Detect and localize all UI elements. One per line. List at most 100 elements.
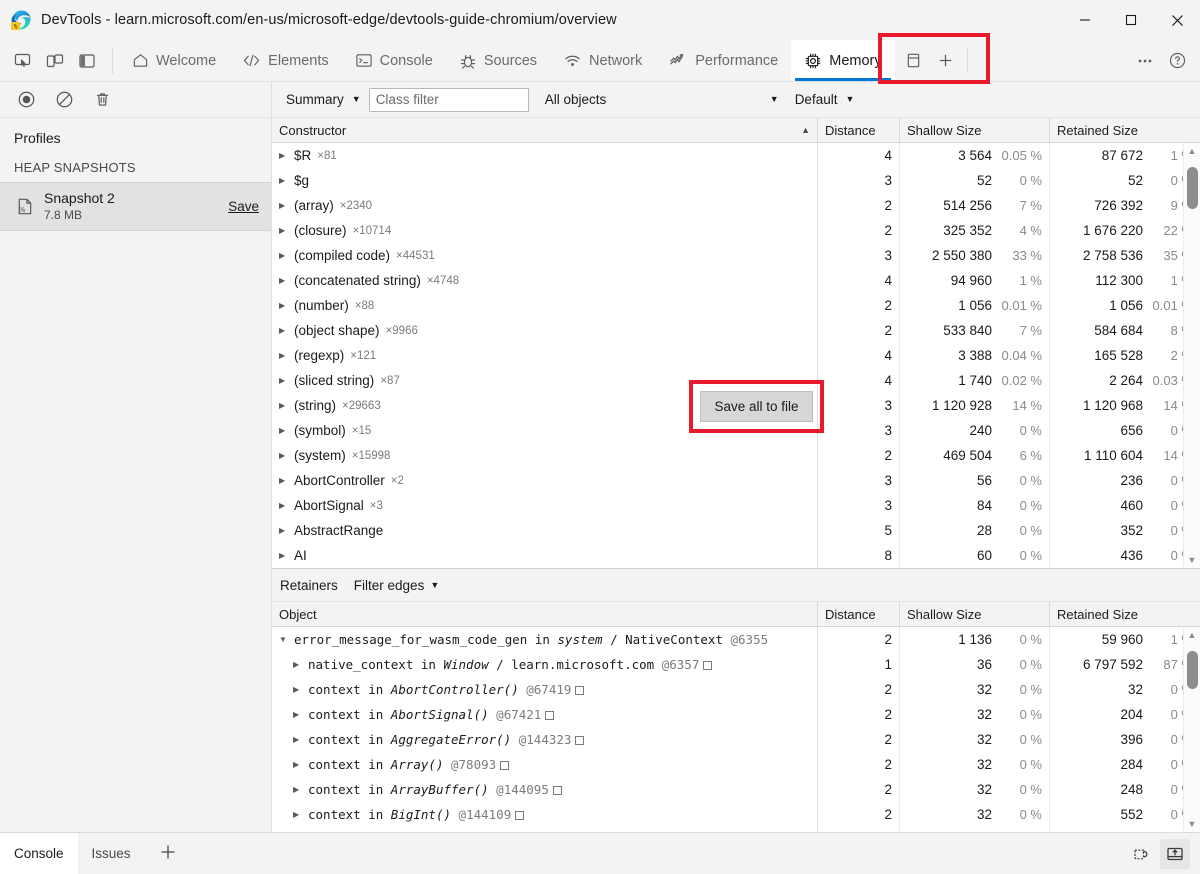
- column-header-shallow-size[interactable]: Shallow Size: [900, 602, 1050, 626]
- column-header-retained-size[interactable]: Retained Size: [1050, 602, 1200, 626]
- cell-object[interactable]: ▶context in BigInt64Array() @144060: [272, 827, 818, 832]
- open-in-new-icon[interactable]: [575, 736, 584, 745]
- cell-constructor[interactable]: ▶(closure)×10714: [272, 218, 818, 243]
- scrollbar-thumb[interactable]: [1187, 651, 1198, 689]
- cell-constructor[interactable]: ▶(sliced string)×87: [272, 368, 818, 393]
- drawer-tab-console[interactable]: Console: [0, 833, 78, 874]
- expand-triangle-icon[interactable]: ▶: [279, 451, 288, 460]
- table-row[interactable]: ▶(number)×8821 0560.01 %1 0560.01 %: [272, 293, 1200, 318]
- inspect-element-icon[interactable]: [8, 46, 38, 76]
- cell-constructor[interactable]: ▶(array)×2340: [272, 193, 818, 218]
- open-in-new-icon[interactable]: [545, 711, 554, 720]
- expand-triangle-icon[interactable]: ▶: [279, 551, 288, 560]
- cell-constructor[interactable]: ▶(compiled code)×44531: [272, 243, 818, 268]
- scope-select[interactable]: Default ▼: [787, 87, 863, 113]
- constructors-scrollbar[interactable]: ▲ ▼: [1183, 143, 1200, 568]
- scroll-down-icon[interactable]: ▼: [1188, 816, 1197, 832]
- retainers-scrollbar[interactable]: ▲ ▼: [1183, 627, 1200, 832]
- cell-constructor[interactable]: ▶$g: [272, 168, 818, 193]
- drawer-add-tool-button[interactable]: [145, 833, 191, 874]
- scroll-up-icon[interactable]: ▲: [1188, 627, 1197, 643]
- table-row[interactable]: ▶context in BigInt() @1441092320 %5520 %: [272, 802, 1200, 827]
- tab-sources[interactable]: Sources: [446, 40, 550, 81]
- column-header-object[interactable]: Object: [272, 602, 818, 626]
- cell-constructor[interactable]: ▶(concatenated string)×4748: [272, 268, 818, 293]
- expand-triangle-icon[interactable]: ▶: [293, 760, 302, 769]
- table-row[interactable]: ▶native_context in Window / learn.micros…: [272, 652, 1200, 677]
- class-filter-input[interactable]: Class filter: [369, 88, 529, 112]
- help-icon[interactable]: [1162, 46, 1192, 76]
- filter-edges-select[interactable]: Filter edges ▼: [354, 578, 439, 593]
- scroll-up-icon[interactable]: ▲: [1188, 143, 1197, 159]
- cell-constructor[interactable]: ▶(regexp)×121: [272, 343, 818, 368]
- scrollbar-thumb[interactable]: [1187, 167, 1198, 209]
- add-tab-icon[interactable]: [931, 46, 961, 76]
- table-row[interactable]: ▼error_message_for_wasm_code_gen in syst…: [272, 627, 1200, 652]
- expand-triangle-icon[interactable]: ▶: [279, 176, 288, 185]
- cell-constructor[interactable]: ▶(object shape)×9966: [272, 318, 818, 343]
- table-row[interactable]: ▶context in AbortSignal() @674212320 %20…: [272, 702, 1200, 727]
- tab-console[interactable]: Console: [342, 40, 446, 81]
- cell-object[interactable]: ▶context in AbortSignal() @67421: [272, 702, 818, 727]
- minimize-icon[interactable]: [1062, 0, 1108, 40]
- expand-triangle-icon[interactable]: ▶: [279, 326, 288, 335]
- cell-object[interactable]: ▶context in ArrayBuffer() @144095: [272, 777, 818, 802]
- cell-object[interactable]: ▶context in AggregateError() @144323: [272, 727, 818, 752]
- maximize-icon[interactable]: [1108, 0, 1154, 40]
- cell-object[interactable]: ▶context in Array() @78093: [272, 752, 818, 777]
- expand-triangle-icon[interactable]: ▶: [279, 426, 288, 435]
- expand-triangle-icon[interactable]: ▶: [279, 301, 288, 310]
- delete-icon[interactable]: [88, 86, 116, 114]
- table-row[interactable]: ▶(compiled code)×4453132 550 38033 %2 75…: [272, 243, 1200, 268]
- device-emulation-icon[interactable]: [40, 46, 70, 76]
- expand-triangle-icon[interactable]: ▶: [279, 226, 288, 235]
- dock-side-icon[interactable]: [1160, 839, 1190, 869]
- cell-constructor[interactable]: ▶(number)×88: [272, 293, 818, 318]
- open-in-new-icon[interactable]: [575, 686, 584, 695]
- cell-object[interactable]: ▼error_message_for_wasm_code_gen in syst…: [272, 627, 818, 652]
- table-row[interactable]: ▶AbortController×23560 %2360 %: [272, 468, 1200, 493]
- table-row[interactable]: ▶$g3520 %520 %: [272, 168, 1200, 193]
- table-row[interactable]: ▶context in BigInt64Array() @1440602320 …: [272, 827, 1200, 832]
- column-header-shallow-size[interactable]: Shallow Size: [900, 118, 1050, 142]
- open-in-new-icon[interactable]: [515, 811, 524, 820]
- expand-triangle-icon[interactable]: ▶: [279, 501, 288, 510]
- table-row[interactable]: ▶AbortSignal×33840 %4600 %: [272, 493, 1200, 518]
- more-options-icon[interactable]: [1130, 46, 1160, 76]
- objects-select[interactable]: All objects ▼: [537, 87, 787, 113]
- column-header-constructor[interactable]: Constructor ▲: [272, 118, 818, 142]
- cell-constructor[interactable]: ▶AbstractRange: [272, 518, 818, 543]
- scroll-down-icon[interactable]: ▼: [1188, 552, 1197, 568]
- cell-object[interactable]: ▶native_context in Window / learn.micros…: [272, 652, 818, 677]
- tab-elements[interactable]: Elements: [229, 40, 341, 81]
- cell-constructor[interactable]: ▶AbortSignal×3: [272, 493, 818, 518]
- expand-triangle-icon[interactable]: ▶: [279, 276, 288, 285]
- expand-triangle-icon[interactable]: ▶: [293, 660, 302, 669]
- application-icon[interactable]: [899, 46, 929, 76]
- snapshot-save-link[interactable]: Save: [228, 199, 259, 214]
- cell-object[interactable]: ▶context in BigInt() @144109: [272, 802, 818, 827]
- save-all-to-file-button[interactable]: Save all to file: [700, 391, 813, 422]
- table-row[interactable]: ▶context in AbortController() @674192320…: [272, 677, 1200, 702]
- expand-triangle-icon[interactable]: ▶: [279, 201, 288, 210]
- cell-constructor[interactable]: ▶AbortController×2: [272, 468, 818, 493]
- table-row[interactable]: ▶(system)×159982469 5046 %1 110 60414 %: [272, 443, 1200, 468]
- open-in-new-icon[interactable]: [500, 761, 509, 770]
- drawer-tab-issues[interactable]: Issues: [78, 833, 145, 874]
- expand-triangle-icon[interactable]: ▶: [279, 251, 288, 260]
- expand-triangle-icon[interactable]: ▶: [279, 151, 288, 160]
- tab-welcome[interactable]: Welcome: [119, 40, 229, 81]
- table-row[interactable]: ▶$R×8143 5640.05 %87 6721 %: [272, 143, 1200, 168]
- column-header-distance[interactable]: Distance: [818, 602, 900, 626]
- expand-triangle-icon[interactable]: ▶: [293, 735, 302, 744]
- expand-triangle-icon[interactable]: ▶: [279, 376, 288, 385]
- expand-triangle-icon[interactable]: ▶: [293, 710, 302, 719]
- open-in-new-icon[interactable]: [553, 786, 562, 795]
- table-row[interactable]: ▶AI8600 %4360 %: [272, 543, 1200, 568]
- toggle-sidebar-icon[interactable]: [72, 46, 102, 76]
- table-row[interactable]: ▶(object shape)×99662533 8407 %584 6848 …: [272, 318, 1200, 343]
- table-row[interactable]: ▶(closure)×107142325 3524 %1 676 22022 %: [272, 218, 1200, 243]
- take-snapshot-icon[interactable]: [12, 86, 40, 114]
- close-icon[interactable]: [1154, 0, 1200, 40]
- table-row[interactable]: ▶context in AggregateError() @1443232320…: [272, 727, 1200, 752]
